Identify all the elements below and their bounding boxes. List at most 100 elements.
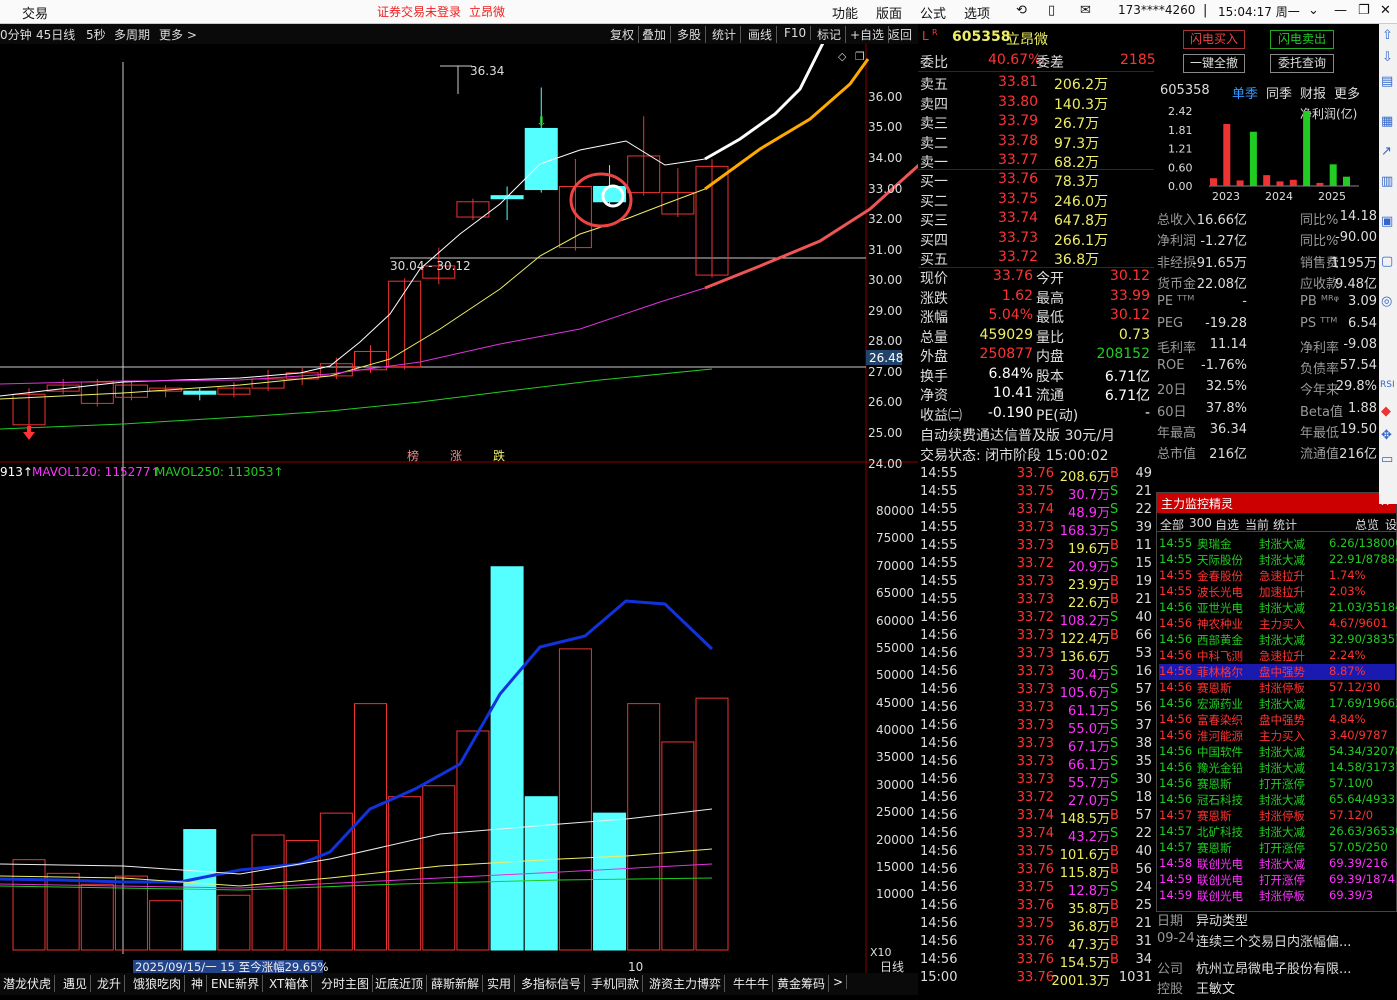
- indicator-tab[interactable]: 分时主图: [321, 975, 374, 992]
- flash-buy-button[interactable]: 闪电买入: [1183, 30, 1245, 49]
- indicator-tab[interactable]: 黄金筹码: [777, 975, 830, 992]
- phone-icon[interactable]: ▯: [1048, 3, 1055, 18]
- btn-restore-rights[interactable]: 复权: [610, 26, 640, 43]
- spirit-row[interactable]: 14:56 赛恩斯 打开涨停 57.10/0: [1159, 776, 1395, 792]
- indicator-tab[interactable]: 游资主力博弈: [649, 975, 726, 992]
- bid-row[interactable]: 买三 33.74 647.8万: [918, 209, 1154, 229]
- rsi-icon[interactable]: RSI: [1380, 380, 1395, 390]
- bid-row[interactable]: 买一 33.76 78.3万: [918, 170, 1154, 190]
- settings-icon[interactable]: ◎: [1381, 294, 1392, 309]
- period-5sec[interactable]: 5秒: [86, 26, 106, 43]
- indicator-tab[interactable]: 潜龙伏虎: [3, 975, 56, 992]
- spirit-tab-overview[interactable]: 总览: [1355, 516, 1379, 533]
- bar-icon[interactable]: ▥: [1381, 174, 1393, 189]
- spirit-row[interactable]: 14:56 宏源药业 封涨大减 17.69/19662: [1159, 696, 1397, 712]
- indicator-tab[interactable]: 龙升: [97, 975, 126, 992]
- menu-options[interactable]: 选项: [964, 3, 990, 22]
- indicator-tab[interactable]: 多指标信号: [521, 975, 586, 992]
- restore-icon[interactable]: ❐: [1358, 3, 1370, 18]
- fin-tab-more[interactable]: 更多: [1334, 83, 1360, 102]
- spirit-row[interactable]: 14:55 奥瑞金 封涨大减 6.26/138006: [1159, 536, 1397, 552]
- btn-draw[interactable]: 画线: [748, 26, 778, 43]
- indicator-tab[interactable]: XT箱体: [269, 975, 313, 992]
- spirit-row[interactable]: 14:56 淮河能源 主力买入 3.40/9787: [1159, 728, 1395, 744]
- spirit-row[interactable]: 14:55 天际股份 封涨大减 22.91/87884: [1159, 552, 1397, 568]
- period-10min[interactable]: 0分钟: [0, 26, 32, 43]
- spirit-row[interactable]: 14:56 冠石科技 封涨大减 65.64/4933: [1159, 792, 1395, 808]
- ask-row[interactable]: 卖二 33.78 97.3万: [918, 132, 1154, 152]
- ask-row[interactable]: 卖三 33.79 26.7万: [918, 112, 1154, 132]
- fin-info-value[interactable]: 王敏文: [1196, 978, 1235, 997]
- cancel-all-button[interactable]: 一键全撤: [1183, 54, 1245, 73]
- spirit-row[interactable]: 14:56 中国软件 封涨大减 54.34/32078: [1159, 744, 1397, 760]
- multi-period[interactable]: 多周期: [114, 26, 150, 43]
- indicator-tab[interactable]: 牛牛牛: [733, 975, 774, 992]
- btn-mark[interactable]: 标记: [817, 26, 847, 43]
- spirit-tab-stats[interactable]: 统计: [1273, 516, 1297, 533]
- spirit-row[interactable]: 14:56 菲林格尔 盘中强势 8.87%: [1159, 664, 1395, 680]
- menu-layout[interactable]: 版面: [876, 3, 902, 22]
- spirit-row[interactable]: 14:55 波长光电 加速拉升 2.03%: [1159, 584, 1395, 600]
- indicator-tab[interactable]: 神: [191, 975, 208, 992]
- spirit-row[interactable]: 14:59 联创光电 打开涨停 69.39/1874: [1159, 872, 1395, 888]
- indicator-tab[interactable]: >: [833, 975, 848, 989]
- up-icon[interactable]: ⇧: [1382, 28, 1393, 43]
- close-icon[interactable]: ✕: [1380, 3, 1391, 18]
- fund-icon[interactable]: ▣: [1381, 214, 1393, 229]
- kline-chart[interactable]: 36.34 30.04 - 30.12 ⇩ ◇ ❐ 26.48 榜 涨 跌 91…: [0, 44, 918, 1000]
- bid-row[interactable]: 买五 33.72 36.8万: [918, 248, 1154, 268]
- grid-icon[interactable]: ▤: [1381, 74, 1393, 89]
- account-id[interactable]: 173****4260: [1118, 3, 1195, 17]
- spirit-row[interactable]: 14:57 北矿科技 封涨大减 26.63/36530: [1159, 824, 1397, 840]
- ad-row[interactable]: 自动续费通达信普及版 30元/月: [918, 424, 1154, 444]
- monitor-spirit-panel[interactable]: 主力监控精灵 ✕ 全部 300 自选 当前 统计 总览 设 14:55奥瑞金封涨…: [1156, 492, 1397, 912]
- spirit-tab-300[interactable]: 300: [1189, 516, 1212, 530]
- spirit-tab-settings[interactable]: 设: [1385, 516, 1397, 533]
- indicator-tab[interactable]: 手机同款: [591, 975, 644, 992]
- ask-row[interactable]: 卖一 33.77 68.2万: [918, 151, 1154, 171]
- chart-icon[interactable]: ▦: [1381, 114, 1393, 129]
- btn-multi-stock[interactable]: 多股: [677, 26, 707, 43]
- down-icon[interactable]: ⇩: [1382, 50, 1393, 65]
- menu-function[interactable]: 功能: [832, 3, 858, 22]
- dropdown-icon[interactable]: ⌄: [1308, 3, 1319, 18]
- doc-icon[interactable]: ▢: [1381, 254, 1393, 269]
- indicator-tab[interactable]: ENE新界: [211, 975, 264, 992]
- spirit-row[interactable]: 14:56 富春染织 盘中强势 4.84%: [1159, 712, 1395, 728]
- indicator-tab[interactable]: 实用: [487, 975, 516, 992]
- bid-row[interactable]: 买四 33.73 266.1万: [918, 229, 1154, 249]
- spirit-row[interactable]: 14:56 中科飞测 急速拉升 2.24%: [1159, 648, 1395, 664]
- fin-tab-same[interactable]: 同季: [1266, 83, 1292, 102]
- menu-formula[interactable]: 公式: [920, 3, 946, 22]
- spirit-tab-all[interactable]: 全部: [1160, 516, 1184, 533]
- minimize-icon[interactable]: —: [1334, 3, 1347, 18]
- btn-overlay[interactable]: 叠加: [642, 26, 672, 43]
- fin-info-value[interactable]: 杭州立昂微电子股份有限...: [1196, 958, 1351, 977]
- spirit-tab-fav[interactable]: 自选: [1215, 516, 1239, 533]
- ask-row[interactable]: 卖四 33.80 140.3万: [918, 93, 1154, 113]
- indicator-tab[interactable]: 近底近顶: [375, 975, 428, 992]
- spirit-row[interactable]: 14:55 金春股份 急速拉升 1.74%: [1159, 568, 1395, 584]
- btn-add-favorite[interactable]: +自选: [850, 26, 890, 43]
- indicator-tab[interactable]: 饿狼吃肉: [133, 975, 186, 992]
- fin-info-value[interactable]: 异动类型: [1196, 910, 1248, 929]
- spirit-title[interactable]: 主力监控精灵: [1157, 493, 1396, 513]
- spirit-row[interactable]: 14:57 赛恩斯 封涨停板 57.12/0: [1159, 808, 1395, 824]
- order-query-button[interactable]: 委托查询: [1270, 54, 1334, 73]
- period-45day[interactable]: 45日线: [36, 26, 75, 43]
- spirit-row[interactable]: 14:58 联创光电 封涨大减 69.39/216: [1159, 856, 1395, 872]
- mail-icon[interactable]: ✉: [1080, 3, 1091, 18]
- btn-back[interactable]: 返回: [888, 26, 912, 43]
- ask-row[interactable]: 卖五 33.81 206.2万: [918, 73, 1154, 93]
- tag-icon[interactable]: ◆: [1381, 404, 1391, 419]
- move-icon[interactable]: ✥: [1381, 428, 1392, 443]
- spirit-row[interactable]: 14:56 神农种业 主力买入 4.67/9601: [1159, 616, 1395, 632]
- trade-menu[interactable]: 交易: [22, 3, 48, 22]
- fin-tab-report[interactable]: 财报: [1300, 83, 1326, 102]
- refresh-icon[interactable]: ⟲: [1016, 3, 1027, 18]
- indicator-tab[interactable]: 薛斯新解: [431, 975, 484, 992]
- spirit-row[interactable]: 14:56 亚世光电 封涨大减 21.03/35184: [1159, 600, 1397, 616]
- fin-info-value[interactable]: 连续三个交易日内涨幅偏...: [1196, 931, 1351, 950]
- login-warning[interactable]: 证券交易未登录: [377, 3, 461, 20]
- spirit-row[interactable]: 14:56 西部黄金 封涨大减 32.90/38357: [1159, 632, 1397, 648]
